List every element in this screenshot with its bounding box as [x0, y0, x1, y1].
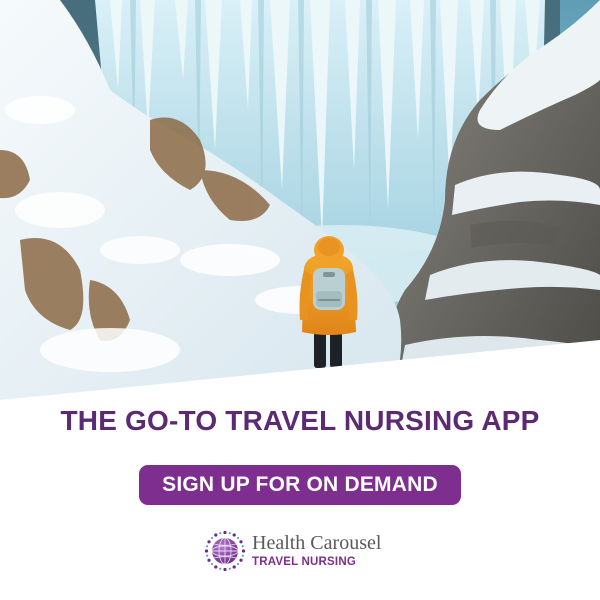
- globe-carousel-icon: [204, 530, 246, 572]
- sign-up-button[interactable]: SIGN UP FOR ON DEMAND: [139, 465, 461, 505]
- photo-diagonal-edge: [0, 340, 600, 400]
- brand-tagline: TRAVEL NURSING: [252, 556, 356, 568]
- ad-banner: THE GO-TO TRAVEL NURSING APP SIGN UP FOR…: [0, 0, 600, 600]
- headline: THE GO-TO TRAVEL NURSING APP: [60, 405, 540, 436]
- brand-logo[interactable]: Health Carousel TRAVEL NURSING: [204, 530, 404, 574]
- brand-name: Health Carousel: [252, 532, 382, 554]
